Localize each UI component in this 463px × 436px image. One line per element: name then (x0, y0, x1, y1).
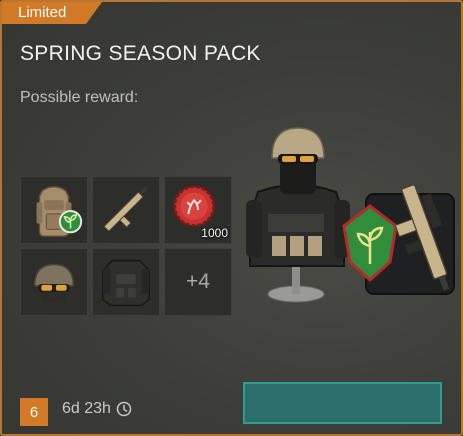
pack-preview-image (238, 114, 460, 319)
rifle-icon (103, 186, 148, 232)
leaf-badge-icon (58, 210, 83, 234)
bottle-cap-quantity: 1000 (201, 226, 228, 240)
possible-reward-label: Possible reward: (20, 89, 139, 106)
reward-slot-helmet[interactable] (20, 248, 88, 316)
offer-card[interactable]: Limited SPRING SEASON PACK Possible rewa… (0, 0, 463, 436)
offer-level-badge: 6 (20, 398, 48, 426)
reward-slot-vest[interactable] (92, 248, 160, 316)
time-left-text: 6d 23h (62, 400, 111, 417)
helmet-icon (33, 263, 75, 302)
reward-grid: 1000 +4 (20, 176, 232, 316)
reward-slot-backpack[interactable] (20, 176, 88, 244)
offer-timer: 6d 23h (62, 400, 132, 418)
buy-button[interactable] (243, 382, 442, 424)
clock-icon (116, 401, 132, 417)
limited-tag: Limited (2, 2, 102, 24)
reward-slot-bottle-caps[interactable]: 1000 (164, 176, 232, 244)
reward-slot-rifle[interactable] (92, 176, 160, 244)
more-rewards-count[interactable]: +4 (164, 248, 232, 316)
tactical-vest-icon (101, 259, 151, 307)
offer-title: SPRING SEASON PACK (20, 42, 261, 65)
